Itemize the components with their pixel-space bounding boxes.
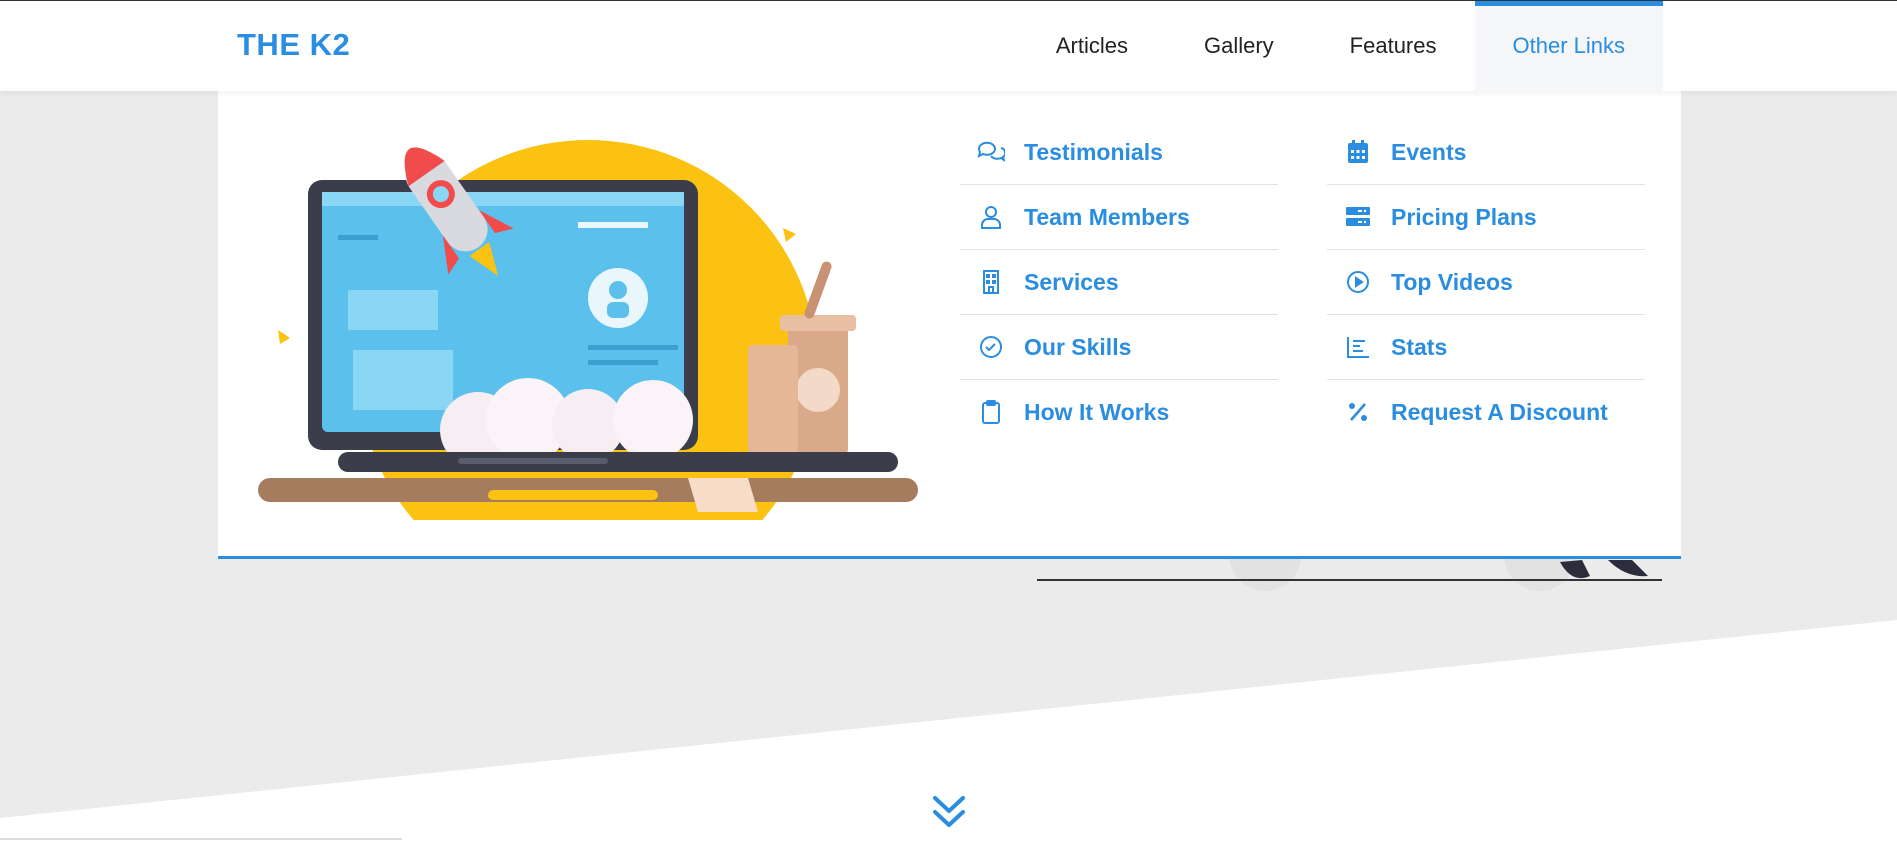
server-icon bbox=[1343, 202, 1373, 232]
mega-menu-column-1: Testimonials Team Members Services Our S… bbox=[960, 120, 1278, 444]
chart-icon bbox=[1343, 332, 1373, 362]
chat-bubbles-icon bbox=[976, 137, 1006, 167]
menu-item-label: Stats bbox=[1391, 333, 1448, 360]
check-circle-icon bbox=[976, 332, 1006, 362]
menu-item-label: Pricing Plans bbox=[1391, 203, 1537, 230]
menu-item-label: Testimonials bbox=[1024, 138, 1163, 165]
percent-icon bbox=[1343, 397, 1373, 427]
menu-item-how-it-works[interactable]: How It Works bbox=[960, 380, 1278, 444]
nav-item-features[interactable]: Features bbox=[1312, 1, 1475, 91]
menu-item-testimonials[interactable]: Testimonials bbox=[960, 120, 1278, 185]
menu-item-request-a-discount[interactable]: Request A Discount bbox=[1327, 380, 1645, 444]
other-links-mega-menu: Testimonials Team Members Services Our S… bbox=[218, 90, 1681, 559]
calendar-icon bbox=[1343, 137, 1373, 167]
divider bbox=[0, 838, 402, 840]
user-icon bbox=[976, 202, 1006, 232]
nav-item-other-links[interactable]: Other Links bbox=[1474, 1, 1663, 91]
menu-item-pricing-plans[interactable]: Pricing Plans bbox=[1327, 185, 1645, 250]
menu-item-label: Services bbox=[1024, 268, 1119, 295]
rocket-laptop-illustration bbox=[258, 140, 918, 520]
clipboard-icon bbox=[976, 397, 1006, 427]
scroll-down-chevron-icon[interactable] bbox=[929, 792, 969, 832]
menu-item-our-skills[interactable]: Our Skills bbox=[960, 315, 1278, 380]
top-navbar: THE K2 Articles Gallery Features Other L… bbox=[0, 0, 1897, 91]
hero-ground-line bbox=[1037, 579, 1662, 581]
menu-item-label: How It Works bbox=[1024, 398, 1170, 425]
menu-item-label: Our Skills bbox=[1024, 333, 1132, 360]
menu-item-events[interactable]: Events bbox=[1327, 120, 1645, 185]
nav-item-gallery[interactable]: Gallery bbox=[1166, 1, 1312, 91]
main-nav: Articles Gallery Features Other Links bbox=[1018, 1, 1663, 91]
menu-item-stats[interactable]: Stats bbox=[1327, 315, 1645, 380]
building-icon bbox=[976, 267, 1006, 297]
mega-menu-column-2: Events Pricing Plans Top Videos Stats Re… bbox=[1327, 120, 1645, 444]
menu-item-label: Request A Discount bbox=[1391, 398, 1608, 425]
menu-item-team-members[interactable]: Team Members bbox=[960, 185, 1278, 250]
menu-item-services[interactable]: Services bbox=[960, 250, 1278, 315]
menu-item-label: Top Videos bbox=[1391, 268, 1513, 295]
nav-item-articles[interactable]: Articles bbox=[1018, 1, 1166, 91]
menu-item-top-videos[interactable]: Top Videos bbox=[1327, 250, 1645, 315]
menu-item-label: Events bbox=[1391, 138, 1467, 165]
play-circle-icon bbox=[1343, 267, 1373, 297]
site-logo[interactable]: THE K2 bbox=[237, 27, 350, 63]
menu-item-label: Team Members bbox=[1024, 203, 1190, 230]
